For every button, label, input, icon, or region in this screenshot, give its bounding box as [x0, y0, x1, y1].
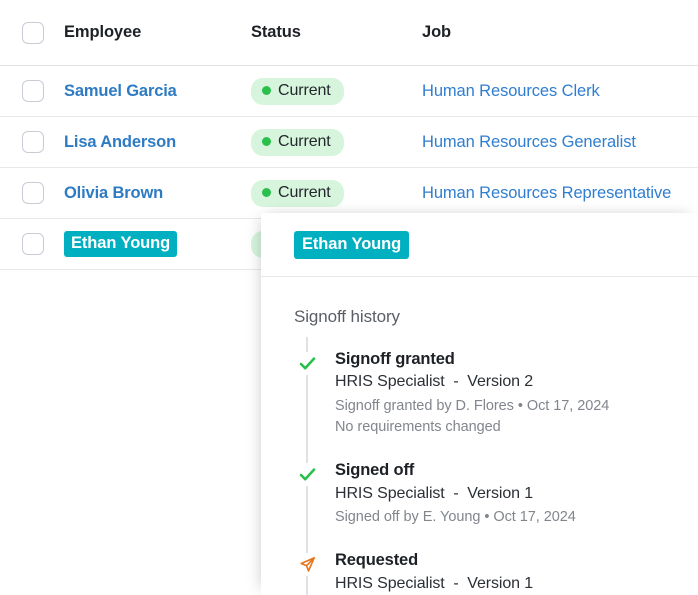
- cell-status: Current: [251, 128, 422, 156]
- row-select-cell: [0, 80, 64, 102]
- job-link[interactable]: Human Resources Clerk: [422, 82, 600, 100]
- signoff-history-panel: Ethan Young Signoff history Signoff gran…: [261, 213, 698, 595]
- cell-employee: Lisa Anderson: [64, 133, 251, 152]
- timeline-title: Signoff granted: [335, 350, 455, 368]
- cell-employee: Olivia Brown: [64, 184, 251, 203]
- timeline-content: Signoff granted HRIS Specialist - Versio…: [320, 349, 609, 438]
- status-badge-label: Current: [278, 81, 331, 99]
- cell-job: Human Resources Clerk: [422, 82, 698, 101]
- timeline-icon-slot: [294, 550, 320, 577]
- send-icon: [296, 553, 318, 577]
- status-badge: Current: [251, 179, 344, 207]
- job-link[interactable]: Human Resources Representative: [422, 184, 671, 202]
- column-header-status-label: Status: [251, 23, 301, 41]
- status-badge-label: Current: [278, 183, 331, 201]
- timeline-content: Requested HRIS Specialist - Version 1 Re…: [320, 550, 582, 595]
- timeline-item: Signoff granted HRIS Specialist - Versio…: [294, 349, 698, 438]
- timeline-icon-slot: [294, 460, 320, 487]
- timeline-meta: Signed off by E. Young • Oct 17, 2024: [335, 509, 576, 526]
- timeline-icon-slot: [294, 349, 320, 375]
- timeline-meta: Signoff granted by D. Flores • Oct 17, 2…: [335, 398, 610, 415]
- cell-status: Current: [251, 77, 422, 105]
- employee-link[interactable]: Lisa Anderson: [64, 133, 176, 151]
- timeline-title: Signed off: [335, 461, 415, 480]
- cell-status: Current: [251, 179, 422, 207]
- cell-employee: Samuel Garcia: [64, 82, 251, 101]
- row-checkbox[interactable]: [22, 233, 44, 255]
- employee-link[interactable]: Samuel Garcia: [64, 82, 177, 100]
- timeline-note: No requirements changed: [335, 419, 501, 436]
- employee-link-selected[interactable]: Ethan Young: [64, 231, 178, 257]
- status-badge-label: Current: [278, 132, 331, 150]
- status-dot-icon: [262, 188, 271, 197]
- job-link[interactable]: Human Resources Generalist: [422, 133, 636, 151]
- select-all-cell: [0, 21, 64, 44]
- cell-employee: Ethan Young: [64, 231, 251, 257]
- table-row: Olivia Brown Current Human Resources Rep…: [0, 168, 698, 219]
- select-all-checkbox[interactable]: [22, 21, 44, 44]
- panel-title: Signoff history: [294, 307, 400, 326]
- column-header-job[interactable]: Job: [422, 23, 698, 42]
- status-badge: Current: [251, 128, 344, 156]
- panel-header: Ethan Young: [261, 213, 698, 277]
- table-header-row: Employee Status Job: [0, 0, 698, 66]
- row-checkbox[interactable]: [22, 182, 44, 204]
- row-select-cell: [0, 182, 64, 204]
- column-header-employee-label: Employee: [64, 23, 142, 41]
- signoff-timeline: Signoff granted HRIS Specialist - Versio…: [294, 336, 698, 595]
- column-header-status[interactable]: Status: [251, 23, 422, 42]
- table-row: Samuel Garcia Current Human Resources Cl…: [0, 66, 698, 117]
- row-select-cell: [0, 131, 64, 153]
- row-select-cell: [0, 233, 64, 255]
- row-checkbox[interactable]: [22, 80, 44, 102]
- timeline-content: Signed off HRIS Specialist - Version 1 S…: [320, 460, 576, 528]
- employee-link[interactable]: Olivia Brown: [64, 184, 163, 202]
- table-row: Lisa Anderson Current Human Resources Ge…: [0, 117, 698, 168]
- panel-employee-chip[interactable]: Ethan Young: [294, 230, 410, 259]
- timeline-subtitle: HRIS Specialist - Version 2: [335, 373, 534, 391]
- column-header-job-label: Job: [422, 23, 452, 41]
- timeline-item: Requested HRIS Specialist - Version 1 Re…: [294, 550, 698, 595]
- cell-job: Human Resources Generalist: [422, 133, 698, 152]
- timeline-subtitle: HRIS Specialist - Version 1: [335, 484, 534, 502]
- status-dot-icon: [262, 137, 271, 146]
- timeline-item: Signed off HRIS Specialist - Version 1 S…: [294, 460, 698, 528]
- timeline-title: Requested: [335, 551, 419, 570]
- column-header-employee[interactable]: Employee: [64, 23, 251, 42]
- row-checkbox[interactable]: [22, 131, 44, 153]
- timeline-subtitle: HRIS Specialist - Version 1: [335, 574, 534, 592]
- status-dot-icon: [262, 86, 271, 95]
- panel-body: Signoff history Signoff granted HRIS Spe…: [261, 277, 698, 595]
- check-icon: [296, 463, 318, 487]
- status-badge: Current: [251, 77, 344, 105]
- check-icon: [296, 352, 318, 375]
- cell-job: Human Resources Representative: [422, 184, 698, 203]
